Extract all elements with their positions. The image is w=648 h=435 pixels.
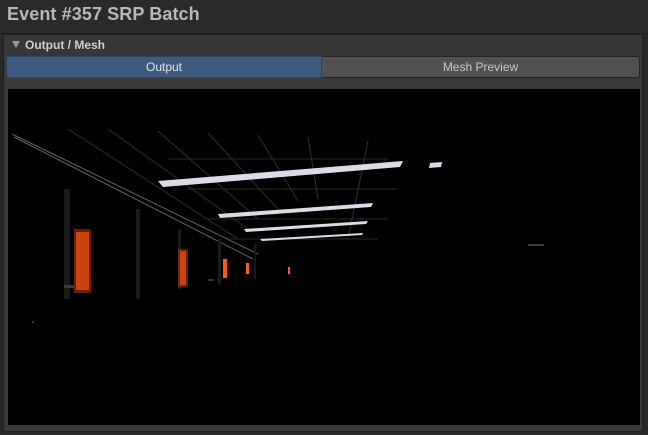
tab-mesh-preview[interactable]: Mesh Preview (322, 56, 640, 78)
output-mesh-panel: Output / Mesh Output Mesh Preview (3, 34, 643, 432)
output-tab-bar: Output Mesh Preview (6, 56, 640, 78)
event-title: Event #357 SRP Batch (7, 4, 200, 24)
foldout-label: Output / Mesh (25, 38, 105, 52)
triangle-down-icon[interactable] (12, 41, 20, 48)
frame-debugger-window: Event #357 SRP Batch Output / Mesh Outpu… (0, 0, 648, 435)
output-mesh-foldout[interactable]: Output / Mesh (4, 35, 642, 56)
title-bar: Event #357 SRP Batch (0, 0, 648, 34)
output-viewport (8, 89, 640, 425)
tab-output[interactable]: Output (6, 56, 322, 78)
rendered-output-image (8, 89, 640, 425)
